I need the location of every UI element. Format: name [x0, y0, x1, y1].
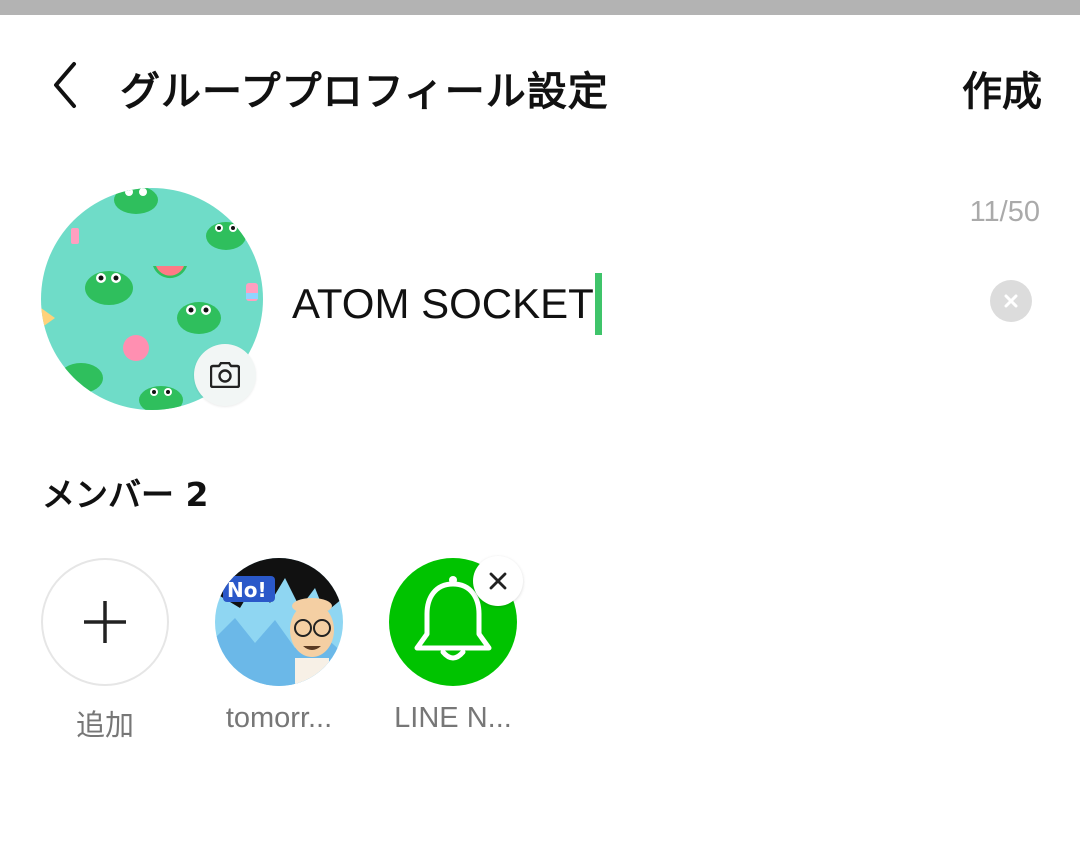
- change-photo-button[interactable]: [194, 344, 256, 406]
- status-bar-strip: [0, 0, 1080, 15]
- character-counter: 11/50: [969, 196, 1040, 228]
- add-member-item[interactable]: 追加: [25, 558, 185, 744]
- member-name: LINE N...: [394, 702, 512, 734]
- plus-icon: [84, 601, 126, 643]
- add-member-button[interactable]: [41, 558, 169, 686]
- back-button[interactable]: [40, 55, 90, 115]
- group-avatar[interactable]: [41, 188, 263, 410]
- group-name-value[interactable]: ATOM SOCKET: [292, 280, 594, 328]
- create-button[interactable]: 作成: [962, 59, 1042, 117]
- avatar[interactable]: No!: [215, 558, 343, 686]
- remove-member-button[interactable]: [473, 556, 523, 606]
- svg-text:No!: No!: [227, 578, 267, 602]
- close-icon: [489, 572, 507, 590]
- member-name: tomorr...: [225, 702, 333, 734]
- members-count-label: メンバー 2: [42, 475, 209, 514]
- group-name-input[interactable]: ATOM SOCKET: [292, 272, 602, 336]
- camera-icon: [210, 362, 240, 388]
- header: グループプロフィール設定 作成: [0, 15, 1080, 155]
- close-icon: [1004, 294, 1018, 308]
- clear-text-button[interactable]: [990, 280, 1032, 322]
- page-title: グループプロフィール設定: [120, 69, 609, 115]
- member-item[interactable]: No! tomorr...: [199, 558, 359, 735]
- text-cursor: [594, 273, 602, 335]
- chevron-left-icon: [54, 62, 76, 108]
- add-member-label: 追加: [75, 710, 134, 742]
